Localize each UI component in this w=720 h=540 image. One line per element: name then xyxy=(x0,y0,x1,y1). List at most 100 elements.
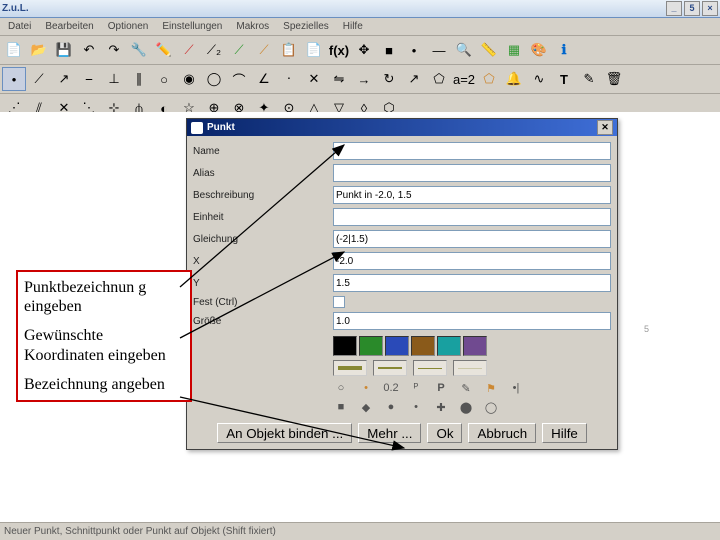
func-tool-icon[interactable]: ∿ xyxy=(527,67,551,91)
input-x[interactable] xyxy=(333,252,611,270)
zoom-icon[interactable]: 🔍 xyxy=(452,38,476,62)
line-tool-icon[interactable]: ⟋ xyxy=(27,67,51,91)
more-button[interactable]: Mehr ... xyxy=(358,423,421,443)
ray-tool-icon[interactable]: ↗ xyxy=(52,67,76,91)
opt-flag-icon[interactable]: ⚑ xyxy=(483,380,499,396)
perp-tool-icon[interactable]: ⊥ xyxy=(102,67,126,91)
dot-sm-icon[interactable]: • xyxy=(402,38,426,62)
color-black[interactable] xyxy=(333,336,357,356)
angle-tool-icon[interactable]: ∠ xyxy=(252,67,276,91)
input-gleichung[interactable] xyxy=(333,230,611,248)
colors-icon[interactable]: 🎨 xyxy=(527,38,551,62)
input-y[interactable] xyxy=(333,274,611,292)
paint-icon[interactable]: ✏️ xyxy=(152,38,176,62)
circle-tool-icon[interactable]: ○ xyxy=(152,67,176,91)
square-icon[interactable]: ■ xyxy=(377,38,401,62)
eq-tool-icon[interactable]: a=2 xyxy=(452,67,476,91)
dialog-close-icon[interactable]: ✕ xyxy=(597,120,613,135)
checkbox-fest[interactable] xyxy=(333,296,345,308)
tool-b-icon[interactable]: ⟋₂ xyxy=(202,38,226,62)
trash-tool-icon[interactable]: 🗑 xyxy=(602,67,626,91)
save-icon[interactable]: 💾 xyxy=(52,38,76,62)
segment-tool-icon[interactable]: ⎯ xyxy=(77,67,101,91)
point-tool-icon[interactable]: • xyxy=(2,67,26,91)
menu-spezielles[interactable]: Spezielles xyxy=(277,20,335,33)
copy-icon[interactable]: 📋 xyxy=(277,38,301,62)
midpoint-tool-icon[interactable]: ⋅ xyxy=(277,67,301,91)
circle3-tool-icon[interactable]: ◯ xyxy=(202,67,226,91)
parallel-tool-icon[interactable]: ∥ xyxy=(127,67,151,91)
color-cyan[interactable] xyxy=(437,336,461,356)
thickness-hidden[interactable] xyxy=(453,360,487,376)
shape-diamond-icon[interactable]: ◆ xyxy=(358,399,374,415)
move-icon[interactable]: ✥ xyxy=(352,38,376,62)
undo-icon[interactable]: ↶ xyxy=(77,38,101,62)
shape-ring-icon[interactable]: ◯ xyxy=(483,399,499,415)
minimize-button[interactable]: _ xyxy=(666,1,682,16)
color-brown[interactable] xyxy=(411,336,435,356)
shape-plus-icon[interactable]: ✚ xyxy=(433,399,449,415)
menu-optionen[interactable]: Optionen xyxy=(102,20,155,33)
opt-dot-icon[interactable]: • xyxy=(358,380,374,396)
input-groesse[interactable] xyxy=(333,312,611,330)
tool-a-icon[interactable]: ⟋ xyxy=(177,38,201,62)
opt-circle-icon[interactable]: ○ xyxy=(333,380,349,396)
fx-icon[interactable]: f(x) xyxy=(327,38,351,62)
wrench-icon[interactable]: 🔧 xyxy=(127,38,151,62)
opt-size-icon[interactable]: 0.2 xyxy=(383,380,399,396)
line-thin-icon[interactable]: — xyxy=(427,38,451,62)
rotate-tool-icon[interactable]: ↻ xyxy=(377,67,401,91)
shape-square-icon[interactable]: ■ xyxy=(333,399,349,415)
tool-d-icon[interactable]: ⟋ xyxy=(252,38,276,62)
thickness-thin[interactable] xyxy=(413,360,447,376)
color-green[interactable] xyxy=(359,336,383,356)
close-button[interactable]: × xyxy=(702,1,718,16)
notes-icon[interactable]: 📄 xyxy=(302,38,326,62)
cancel-button[interactable]: Abbruch xyxy=(468,423,536,443)
text-tool-icon[interactable]: T xyxy=(552,67,576,91)
open-icon[interactable]: 📂 xyxy=(27,38,51,62)
input-beschreibung[interactable] xyxy=(333,186,611,204)
tool-c-icon[interactable]: ⟋ xyxy=(227,38,251,62)
compass-tool-icon[interactable]: ✎ xyxy=(577,67,601,91)
menu-datei[interactable]: Datei xyxy=(2,20,37,33)
menu-hilfe[interactable]: Hilfe xyxy=(337,20,369,33)
maximize-button[interactable]: 5 xyxy=(684,1,700,16)
label-name: Name xyxy=(193,146,333,157)
shape-disc-icon[interactable]: ⬤ xyxy=(458,399,474,415)
intersect-tool-icon[interactable]: ✕ xyxy=(302,67,326,91)
menu-einstellungen[interactable]: Einstellungen xyxy=(156,20,228,33)
ruler-icon[interactable]: 📏 xyxy=(477,38,501,62)
thickness-thick[interactable] xyxy=(333,360,367,376)
input-name[interactable] xyxy=(333,142,611,160)
circle2-tool-icon[interactable]: ◉ xyxy=(177,67,201,91)
thickness-medium[interactable] xyxy=(373,360,407,376)
help-button[interactable]: Hilfe xyxy=(542,423,587,443)
color-blue[interactable] xyxy=(385,336,409,356)
input-alias[interactable] xyxy=(333,164,611,182)
new-icon[interactable]: 📄 xyxy=(2,38,26,62)
opt-end-icon[interactable]: •| xyxy=(508,380,524,396)
color-purple[interactable] xyxy=(463,336,487,356)
ok-button[interactable]: Ok xyxy=(427,423,462,443)
info-icon[interactable]: ℹ xyxy=(552,38,576,62)
bell-tool-icon[interactable]: 🔔 xyxy=(502,67,526,91)
shape-circle-icon[interactable]: ● xyxy=(383,399,399,415)
menu-bearbeiten[interactable]: Bearbeiten xyxy=(39,20,99,33)
input-einheit[interactable] xyxy=(333,208,611,226)
polygon-tool-icon[interactable]: ⬠ xyxy=(427,67,451,91)
vec-tool-icon[interactable]: ↗ xyxy=(402,67,426,91)
dialog-titlebar[interactable]: Punkt ✕ xyxy=(187,119,617,136)
arc-tool-icon[interactable]: ⌒ xyxy=(227,67,251,91)
pent-tool-icon[interactable]: ⬠ xyxy=(477,67,501,91)
menu-makros[interactable]: Makros xyxy=(230,20,275,33)
translate-tool-icon[interactable]: → xyxy=(352,67,376,91)
opt-p-large-icon[interactable]: P xyxy=(433,380,449,396)
shape-dot-icon[interactable]: • xyxy=(408,399,424,415)
opt-p-small-icon[interactable]: ᴾ xyxy=(408,380,424,396)
bind-button[interactable]: An Objekt binden ... xyxy=(217,423,352,443)
reflect-tool-icon[interactable]: ⇋ xyxy=(327,67,351,91)
opt-pen-icon[interactable]: ✎ xyxy=(458,380,474,396)
redo-icon[interactable]: ↷ xyxy=(102,38,126,62)
grid-tool-icon[interactable]: ▦ xyxy=(502,38,526,62)
